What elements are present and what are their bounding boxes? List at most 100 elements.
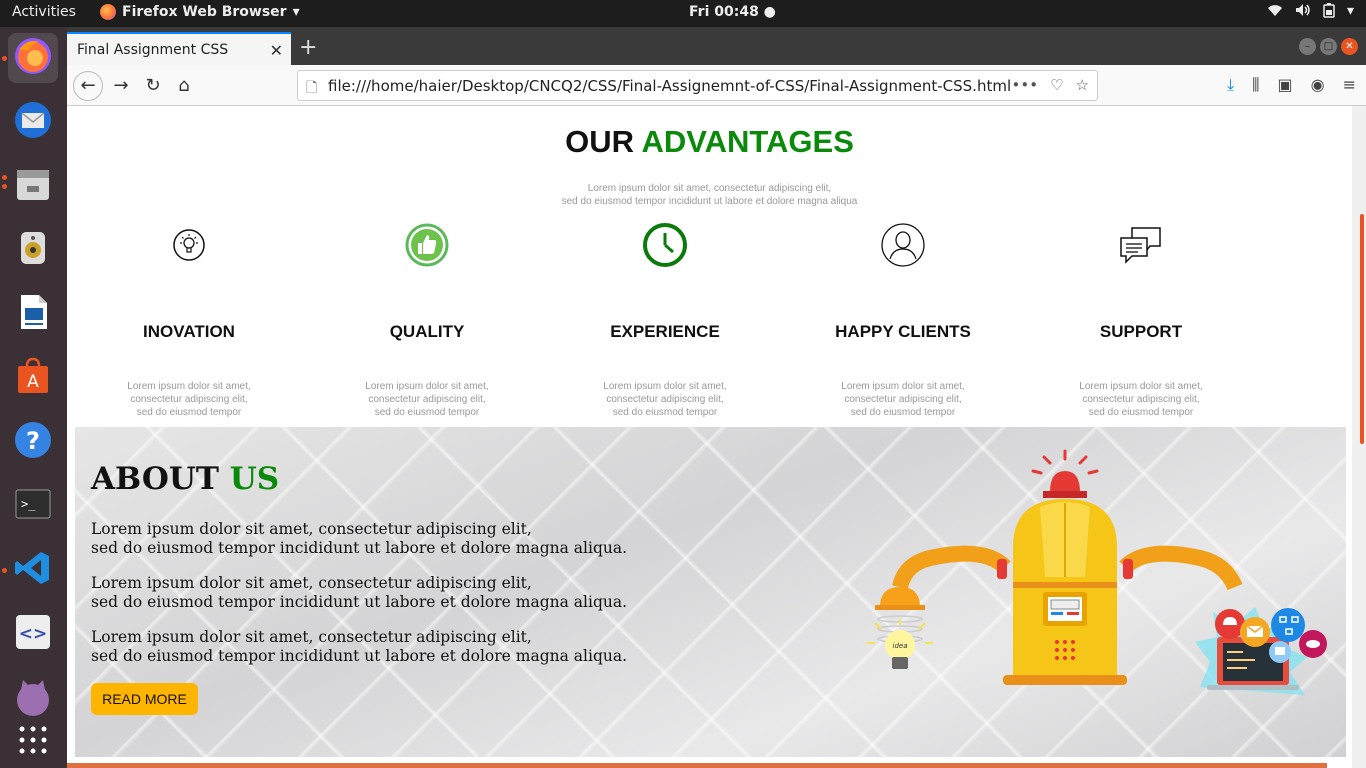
dock-terminal[interactable]: >_ [8, 481, 58, 531]
feature-desc-line3: sed do eiusmod tempor [136, 407, 242, 418]
dock-code-editor[interactable]: <> [8, 609, 58, 659]
back-button[interactable]: ← [73, 71, 103, 101]
download-icon[interactable]: ⤓ [1227, 75, 1234, 95]
feature-desc: Lorem ipsum dolor sit amet, consectetur … [317, 380, 537, 419]
tab-bar: Final Assignment CSS ✕ + – □ ✕ [67, 27, 1366, 65]
more-actions-icon[interactable]: ••• [1012, 76, 1039, 94]
advantages-title: OUR ADVANTAGES [67, 124, 1352, 160]
library-icon[interactable]: ⫼ [1252, 75, 1259, 95]
feature-desc: Lorem ipsum dolor sit amet, consectetur … [1031, 380, 1251, 419]
about-paragraph: Lorem ipsum dolor sit amet, consectetur … [91, 574, 691, 612]
app-name: Firefox Web Browser [122, 4, 287, 20]
feature-inovation: INOVATION Lorem ipsum dolor sit amet, co… [79, 221, 299, 419]
feature-desc: Lorem ipsum dolor sit amet, consectetur … [79, 380, 299, 419]
feature-quality: QUALITY Lorem ipsum dolor sit amet, cons… [317, 221, 537, 419]
chevron-down-icon: ▾ [1346, 3, 1354, 19]
system-tray[interactable]: ▾ [1267, 3, 1354, 22]
feature-desc-line1: Lorem ipsum dolor sit amet, [841, 381, 965, 392]
pocket-icon[interactable]: ♡ [1050, 76, 1063, 94]
software-store-icon: A [13, 356, 53, 400]
clock-icon [641, 221, 689, 269]
advantages-title-part1: OUR [565, 124, 634, 159]
thumbs-up-icon [403, 221, 451, 269]
feature-experience: EXPERIENCE Lorem ipsum dolor sit amet, c… [555, 221, 775, 419]
thunderbird-icon [13, 100, 53, 144]
dock-rhythmbox[interactable] [8, 225, 58, 275]
dock-thunderbird[interactable] [8, 97, 58, 147]
robot-illustration: idea [867, 449, 1327, 695]
dock-files[interactable] [8, 161, 58, 211]
feature-desc: Lorem ipsum dolor sit amet, consectetur … [555, 380, 775, 419]
svg-text:?: ? [26, 427, 40, 455]
feature-name: EXPERIENCE [610, 322, 720, 341]
minimize-icon[interactable]: – [1299, 38, 1316, 55]
svg-text:>_: >_ [21, 497, 36, 511]
chevron-down-icon: ▾ [292, 4, 300, 20]
page-scrollbar[interactable] [1352, 106, 1366, 768]
feature-desc-line2: consectetur adipiscing elit, [130, 394, 248, 405]
dock-writer[interactable] [8, 289, 58, 339]
close-tab-icon[interactable]: ✕ [270, 41, 283, 60]
about-paragraph-line2: sed do eiusmod tempor incididunt ut labo… [91, 539, 628, 557]
bookmark-star-icon[interactable]: ☆ [1076, 76, 1089, 94]
about-section: ABOUT US Lorem ipsum dolor sit amet, con… [75, 427, 1346, 757]
dock-software[interactable]: A [8, 353, 58, 403]
advantages-subtitle-line1: Lorem ipsum dolor sit amet, consectetur … [587, 183, 832, 194]
page-icon: 🗋 [306, 80, 318, 96]
about-paragraph-line1: Lorem ipsum dolor sit amet, consectetur … [91, 628, 532, 646]
clock[interactable]: Fri 00:48 ● [689, 4, 776, 20]
feature-desc-line2: consectetur adipiscing elit, [368, 394, 486, 405]
feature-desc-line3: sed do eiusmod tempor [850, 407, 956, 418]
feature-desc-line2: consectetur adipiscing elit, [844, 394, 962, 405]
advantages-title-part2: ADVANTAGES [641, 124, 854, 159]
svg-text:A: A [27, 372, 39, 392]
volume-icon [1295, 3, 1311, 22]
about-paragraph-line2: sed do eiusmod tempor incididunt ut labo… [91, 593, 628, 611]
vscode-icon [13, 548, 53, 592]
document-icon [13, 292, 53, 336]
dock-cat-app[interactable] [8, 673, 58, 723]
about-title-part2: US [229, 461, 280, 497]
app-menu[interactable]: Firefox Web Browser ▾ [100, 4, 300, 20]
tab-final-assignment[interactable]: Final Assignment CSS ✕ [67, 32, 291, 65]
feature-desc-line3: sed do eiusmod tempor [1088, 407, 1194, 418]
cat-icon [13, 676, 53, 720]
activities-button[interactable]: Activities [12, 4, 76, 20]
hamburger-menu-icon[interactable]: ≡ [1343, 75, 1356, 95]
feature-name: QUALITY [389, 322, 465, 341]
grid-icon [17, 724, 49, 760]
dock-vscode[interactable] [8, 545, 58, 595]
battery-icon [1323, 3, 1335, 22]
advantages-subtitle: Lorem ipsum dolor sit amet, consectetur … [67, 182, 1352, 208]
feature-desc-line1: Lorem ipsum dolor sit amet, [603, 381, 727, 392]
show-apps-button[interactable] [8, 717, 58, 767]
system-top-bar: Activities Firefox Web Browser ▾ Fri 00:… [0, 0, 1366, 27]
url-text[interactable]: file:///home/haier/Desktop/CNCQ2/CSS/Fin… [328, 77, 1011, 95]
window-controls: – □ ✕ [1299, 38, 1358, 55]
reload-button[interactable]: ↻ [139, 72, 167, 100]
navigation-bar: ← → ↻ ⌂ 🗋 file:///home/haier/Desktop/CNC… [67, 65, 1366, 106]
account-icon[interactable]: ◉ [1311, 75, 1325, 95]
scrollbar-thumb[interactable] [1360, 214, 1364, 444]
about-paragraph: Lorem ipsum dolor sit amet, consectetur … [91, 628, 691, 666]
footer-edge [67, 763, 1327, 768]
url-bar[interactable]: 🗋 file:///home/haier/Desktop/CNCQ2/CSS/F… [297, 70, 1098, 101]
home-button[interactable]: ⌂ [170, 72, 198, 100]
read-more-button[interactable]: READ MORE [91, 683, 198, 715]
dock-help[interactable]: ? [8, 417, 58, 467]
dock-firefox[interactable] [8, 33, 58, 83]
forward-button[interactable]: → [107, 72, 135, 100]
feature-desc-line3: sed do eiusmod tempor [612, 407, 718, 418]
tab-title: Final Assignment CSS [77, 41, 229, 58]
sidebar-icon[interactable]: ▣ [1278, 75, 1293, 95]
feature-desc-line2: consectetur adipiscing elit, [606, 394, 724, 405]
feature-desc-line2: consectetur adipiscing elit, [1082, 394, 1200, 405]
files-icon [13, 164, 53, 208]
maximize-icon[interactable]: □ [1320, 38, 1337, 55]
firefox-icon [13, 36, 53, 80]
about-title: ABOUT US [91, 461, 279, 497]
new-tab-button[interactable]: + [299, 35, 317, 60]
close-window-icon[interactable]: ✕ [1341, 38, 1358, 55]
speaker-icon [13, 228, 53, 272]
about-paragraph: Lorem ipsum dolor sit amet, consectetur … [91, 520, 691, 558]
